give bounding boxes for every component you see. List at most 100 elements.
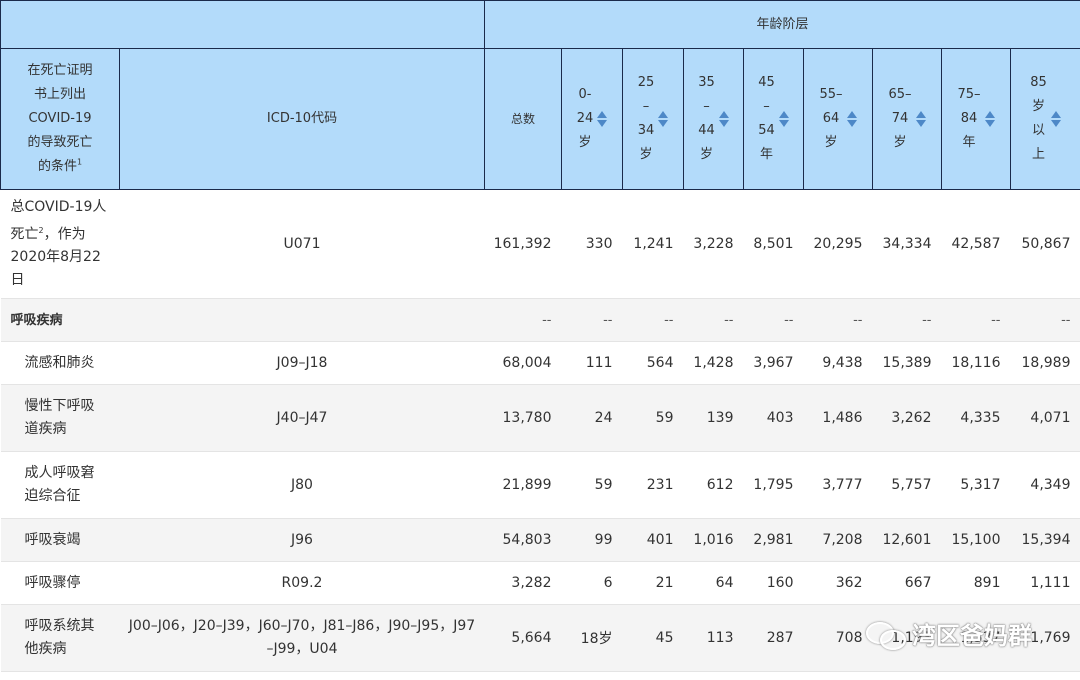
value-cell: 20,295 (803, 189, 873, 299)
icd-code-header: ICD-10代码 (119, 48, 485, 190)
sort-icon[interactable] (658, 111, 669, 127)
value-cell: 564 (622, 341, 684, 385)
age-column-header[interactable]: 65– 74 岁 (872, 48, 942, 190)
total-header: 总数 (484, 48, 562, 190)
age-column-header[interactable]: 75– 84 年 (941, 48, 1011, 190)
value-cell: 403 (743, 384, 804, 452)
row-label: 呼吸骤停 (0, 561, 120, 605)
placeholder-cell: -- (561, 298, 623, 342)
sort-icon[interactable] (597, 111, 608, 127)
value-cell: 42,587 (941, 189, 1011, 299)
age-column-header[interactable]: 25–34 岁 (622, 48, 684, 190)
age-column-header[interactable]: 0- 24 岁 (561, 48, 623, 190)
row-label: 呼吸衰竭 (0, 518, 120, 562)
value-cell: 113 (683, 604, 744, 672)
icd-code-cell: J80 (119, 451, 485, 519)
value-cell: 1,016 (683, 518, 744, 562)
placeholder-cell: -- (743, 298, 804, 342)
value-cell: 21,899 (484, 451, 562, 519)
value-cell: 139 (683, 384, 744, 452)
age-column-header[interactable]: 35–44 岁 (683, 48, 744, 190)
value-cell: 13,780 (484, 384, 562, 452)
value-cell: 667 (872, 561, 942, 605)
value-cell: 161,392 (484, 189, 562, 299)
sort-icon[interactable] (984, 111, 995, 127)
value-cell: 231 (622, 451, 684, 519)
value-cell: 4,349 (1010, 451, 1080, 519)
value-cell: 1,111 (1010, 561, 1080, 605)
condition-header: 在死亡证明 书上列出 COVID-19 的导致死亡 的条件1 (0, 48, 120, 190)
table-row: 流感和肺炎 J09–J18 68,004 111 564 1,428 3,967 9,438 1… (0, 341, 1080, 385)
covid-death-conditions-table: 年龄阶层 在死亡证明 书上列出 COVID-19 的导致死亡 的条件1 ICD-… (0, 0, 1080, 672)
table-row: 呼吸骤停 R09.2 3,282 6 21 64 160 362 667 891 1,111 (0, 561, 1080, 605)
value-cell: 59 (622, 384, 684, 452)
value-cell: 34,334 (872, 189, 942, 299)
age-column-header[interactable]: 85 岁以上 (1010, 48, 1080, 190)
value-cell: 3,967 (743, 341, 804, 385)
value-cell: 18岁 (561, 604, 623, 672)
header-blank-cell (0, 0, 485, 49)
value-cell: 18,116 (941, 341, 1011, 385)
age-column-header[interactable]: 55– 64 岁 (803, 48, 873, 190)
sort-icon[interactable] (846, 111, 857, 127)
value-cell: 5,317 (941, 451, 1011, 519)
value-cell: 1,486 (803, 384, 873, 452)
value-cell: 99 (561, 518, 623, 562)
value-cell: 7,208 (803, 518, 873, 562)
value-cell: 12,601 (872, 518, 942, 562)
value-cell: 50,867 (1010, 189, 1080, 299)
sort-icon[interactable] (915, 111, 926, 127)
age-group-header: 年龄阶层 (484, 0, 1080, 49)
value-cell: 4,071 (1010, 384, 1080, 452)
table-row: 慢性下呼吸 道疾病 J40–J47 13,780 24 59 139 403 1,486 3,26… (0, 384, 1080, 452)
icd-code-cell: J09–J18 (119, 341, 485, 385)
total-deaths-row: 总COVID-19人 死亡2，作为 2020年8月22 日 U071 161,3… (0, 189, 1080, 299)
icd-code-cell: U071 (119, 189, 485, 299)
value-cell: 8,501 (743, 189, 804, 299)
value-cell: 6 (561, 561, 623, 605)
watermark: 湾区爸妈群 (866, 616, 1032, 651)
value-cell: 160 (743, 561, 804, 605)
placeholder-cell: -- (1010, 298, 1080, 342)
value-cell: 708 (803, 604, 873, 672)
value-cell: 5,664 (484, 604, 562, 672)
placeholder-cell: -- (484, 298, 562, 342)
row-label: 慢性下呼吸 道疾病 (0, 384, 120, 452)
value-cell: 24 (561, 384, 623, 452)
value-cell: 401 (622, 518, 684, 562)
value-cell: 330 (561, 189, 623, 299)
value-cell: 9,438 (803, 341, 873, 385)
row-label: 成人呼吸窘 迫综合征 (0, 451, 120, 519)
value-cell: 64 (683, 561, 744, 605)
value-cell: 3,228 (683, 189, 744, 299)
value-cell: 4,335 (941, 384, 1011, 452)
value-cell: 21 (622, 561, 684, 605)
value-cell: 1,241 (622, 189, 684, 299)
placeholder-cell: -- (683, 298, 744, 342)
value-cell: 45 (622, 604, 684, 672)
placeholder-cell: -- (803, 298, 873, 342)
placeholder-cell: -- (872, 298, 942, 342)
value-cell: 59 (561, 451, 623, 519)
wechat-icon (866, 620, 906, 650)
icd-code-cell: J96 (119, 518, 485, 562)
sort-icon[interactable] (1050, 111, 1061, 127)
value-cell: 287 (743, 604, 804, 672)
sort-icon[interactable] (778, 111, 789, 127)
row-label: 流感和肺炎 (0, 341, 120, 385)
value-cell: 362 (803, 561, 873, 605)
table-row: 呼吸衰竭 J96 54,803 99 401 1,016 2,981 7,208 12,601 1… (0, 518, 1080, 562)
section-title: 呼吸疾病 (0, 298, 485, 342)
value-cell: 612 (683, 451, 744, 519)
value-cell: 3,262 (872, 384, 942, 452)
placeholder-cell: -- (622, 298, 684, 342)
age-column-header[interactable]: 45–54 年 (743, 48, 804, 190)
sort-icon[interactable] (718, 111, 729, 127)
value-cell: 3,282 (484, 561, 562, 605)
watermark-text: 湾区爸妈群 (912, 622, 1032, 650)
value-cell: 1,795 (743, 451, 804, 519)
value-cell: 18,989 (1010, 341, 1080, 385)
value-cell: 111 (561, 341, 623, 385)
icd-code-cell: J40–J47 (119, 384, 485, 452)
table-row: 成人呼吸窘 迫综合征 J80 21,899 59 231 612 1,795 3,777 5,75… (0, 451, 1080, 519)
